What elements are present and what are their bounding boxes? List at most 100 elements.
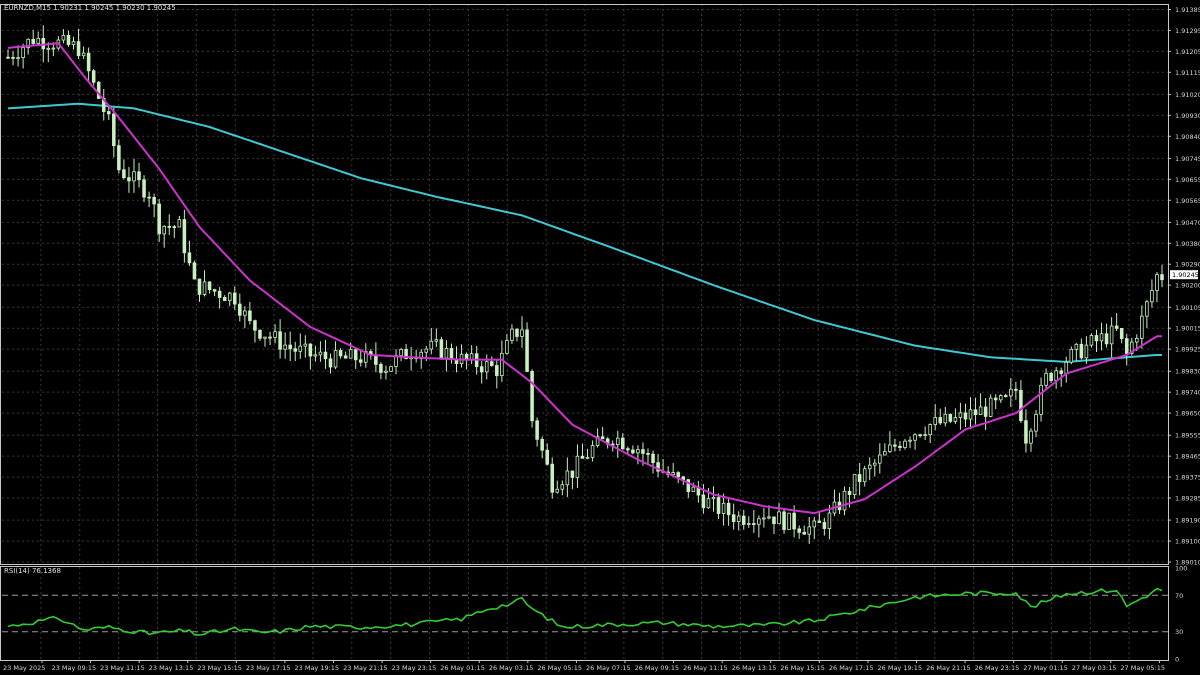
candle [459,344,464,368]
candle [545,443,549,466]
candle [419,349,424,369]
candle [590,440,595,462]
y-tick-label: 1.89285 [1175,495,1200,503]
candle [308,343,313,370]
candle [1019,380,1023,423]
x-tick-label: 26 May 03:15 [489,664,534,672]
candle [31,29,35,46]
x-tick-label: 23 May 19:15 [295,664,340,672]
candle [832,489,837,517]
candle [963,403,968,428]
candle [1009,377,1013,408]
candle [333,341,338,370]
x-tick-label: 23 May 15:15 [197,664,242,672]
x-tick-label: 26 May 19:15 [878,664,923,672]
candle [1069,346,1074,365]
candle [600,426,605,440]
rsi-axis[interactable]: 100 70 30 0 [1175,565,1187,664]
candle [711,486,716,512]
y-tick-label: 1.89555 [1175,432,1200,440]
candle [217,287,222,309]
candle [696,480,701,503]
candle [923,426,927,440]
rsi-tick-label: 100 [1175,565,1187,573]
candle [1114,313,1119,331]
chart-canvas[interactable]: 1.91385 1.91295 1.91205 1.91115 1.91020 1.909… [0,0,1200,675]
candle [338,348,343,359]
candle [182,209,187,263]
candle [484,354,489,380]
candle [439,336,444,360]
candle [550,457,555,499]
main-header: EURNZD,M15 1.90231 1.90245 1.90230 1.902… [4,4,176,12]
candle [364,343,368,368]
candle [222,295,227,302]
candle [1104,323,1109,348]
x-tick-label: 23 May 21:15 [343,664,388,672]
candle [857,462,862,496]
y-tick-label: 1.90930 [1175,112,1200,120]
candle [958,402,963,430]
candle [731,503,736,530]
y-tick-label: 1.91020 [1175,91,1200,99]
candle [157,198,161,243]
candle [248,302,252,325]
candle [656,454,660,478]
candle [147,191,151,207]
candle [555,480,560,494]
candle [263,336,267,347]
candle [429,328,434,355]
candle [6,49,10,59]
candle [752,509,756,533]
price-axis[interactable]: 1.91385 1.91295 1.91205 1.91115 1.91020 1.909… [1168,6,1200,567]
x-tick-label: 23 May 11:15 [100,664,145,672]
candle [1029,428,1033,452]
candle [112,107,116,158]
ma-fast-line [7,42,1162,515]
y-tick-label: 1.89100 [1175,538,1200,546]
candle [872,459,877,477]
candle [983,398,988,431]
candle [434,328,439,347]
candle [202,270,207,297]
candle [479,361,484,384]
y-tick-label: 1.90655 [1175,176,1200,184]
candle [449,343,454,364]
candle [762,507,766,528]
candle [197,278,202,302]
candle [187,240,192,267]
candle [394,349,398,375]
candle [726,497,731,526]
y-tick-label: 1.89925 [1175,346,1200,354]
candle [318,341,323,362]
candle [1064,356,1069,383]
candle [651,450,655,474]
candle [1099,322,1104,351]
candle [358,349,363,367]
candle [409,347,413,371]
time-axis[interactable]: 23 May 2025 23 May 09:15 23 May 11:15 23 Ma… [3,660,1165,672]
candle [1079,338,1084,360]
candle [1074,343,1079,361]
candle [232,286,237,310]
candle [580,443,585,459]
candle [1119,327,1124,344]
candle [540,436,544,459]
candle [76,28,81,60]
rsi-tick-label: 0 [1175,656,1179,664]
y-tick-label: 1.90015 [1175,325,1200,333]
candle [505,334,509,355]
candle [243,306,247,329]
candle [328,353,333,374]
candle [1160,264,1164,288]
x-tick-label: 26 May 23:15 [975,664,1020,672]
candle [253,319,257,343]
x-tick-label: 23 May 17:15 [246,664,291,672]
rsi-header: RSI(14) 76.1368 [4,567,61,575]
rsi-tick-label: 70 [1175,592,1183,600]
candle [535,417,539,447]
y-tick-label: 1.89465 [1175,453,1200,461]
candle [918,433,922,438]
candle [1054,367,1058,389]
candle [978,393,983,415]
